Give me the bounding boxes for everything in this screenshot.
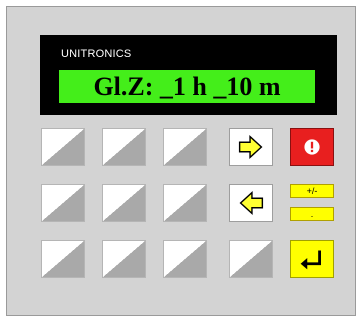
decimal-point-button[interactable]: . [290,207,334,221]
arrow-left-icon [239,190,264,216]
plus-minus-label: +/- [306,186,318,196]
lcd-readout: Gl.Z: _1 h _10 m [93,72,281,101]
decimal-point-label: . [310,209,314,219]
blank-key-r2c2[interactable] [102,184,146,222]
alarm-button[interactable] [290,128,334,166]
blank-key-r1c2[interactable] [102,128,146,166]
blank-key-r3c4[interactable] [229,240,273,278]
blank-key-r3c3[interactable] [163,240,207,278]
hmi-panel: UNITRONICS Gl.Z: _1 h _10 m +/- . [6,6,356,316]
plus-minus-button[interactable]: +/- [290,184,334,198]
blank-key-r1c1[interactable] [41,128,85,166]
info-alert-icon [304,139,320,155]
lcd-screen: Gl.Z: _1 h _10 m [59,70,315,103]
blank-key-r2c3[interactable] [163,184,207,222]
arrow-right-button[interactable] [229,128,273,166]
blank-key-r1c3[interactable] [163,128,207,166]
blank-key-r3c2[interactable] [102,240,146,278]
display-frame: UNITRONICS Gl.Z: _1 h _10 m [40,35,337,115]
enter-icon [300,250,321,270]
blank-key-r3c1[interactable] [41,240,85,278]
brand-label: UNITRONICS [61,48,132,60]
arrow-left-button[interactable] [229,184,273,222]
enter-button[interactable] [290,240,334,278]
blank-key-r2c1[interactable] [41,184,85,222]
arrow-right-icon [238,134,263,160]
